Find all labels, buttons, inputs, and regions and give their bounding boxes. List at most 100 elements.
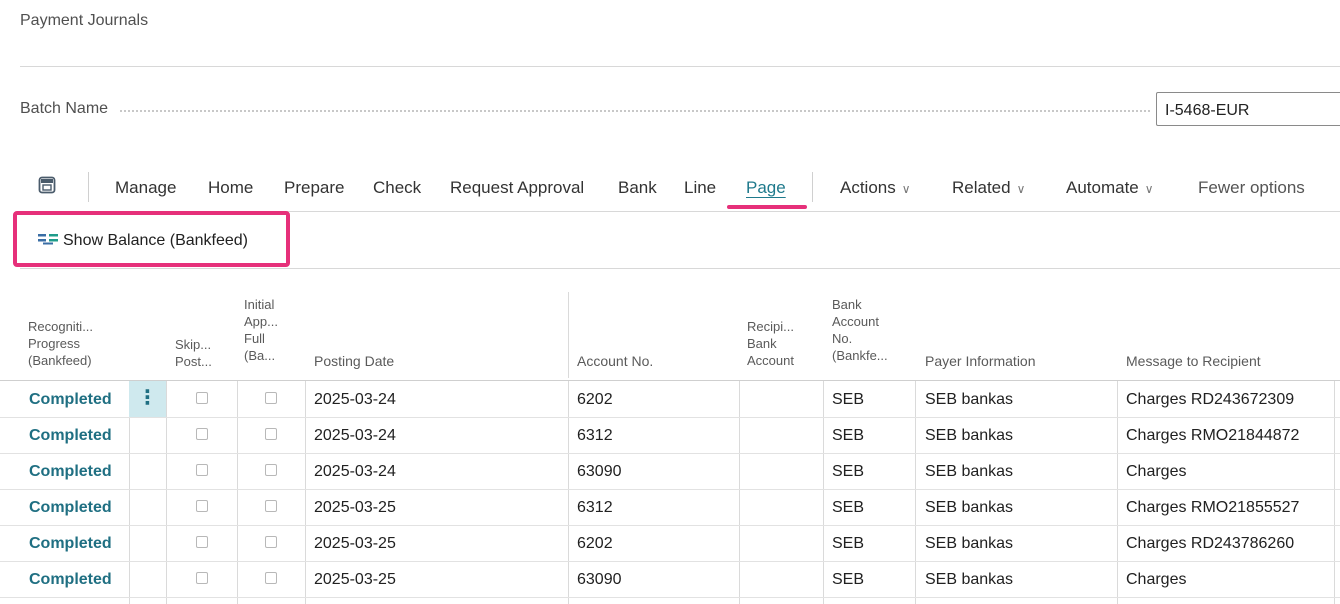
message-cell[interactable]: Charges [1126, 463, 1186, 481]
initial-approval-checkbox[interactable] [265, 536, 277, 548]
balance-icon [38, 234, 58, 245]
status-link[interactable]: Completed [29, 463, 112, 481]
automate-menu[interactable]: Automate ∨ [1066, 178, 1154, 198]
chevron-down-icon: ∨ [901, 182, 911, 196]
col-header-initial-approval[interactable]: Initial App... Full (Ba... [244, 296, 278, 364]
status-link[interactable]: Completed [29, 391, 112, 409]
posting-date-cell[interactable]: 2025-03-24 [314, 463, 396, 481]
initial-approval-checkbox[interactable] [265, 464, 277, 476]
col-header-line: Account [747, 353, 794, 368]
skip-posting-checkbox[interactable] [196, 428, 208, 440]
payer-info-cell[interactable]: SEB bankas [925, 391, 1013, 409]
tab-line[interactable]: Line [684, 178, 716, 198]
tab-prepare[interactable]: Prepare [284, 178, 344, 198]
column-separator [1117, 381, 1118, 604]
skip-posting-checkbox[interactable] [196, 464, 208, 476]
account-no-cell[interactable]: 63090 [577, 571, 622, 589]
bank-account-cell[interactable]: SEB [832, 427, 864, 445]
initial-approval-checkbox[interactable] [265, 500, 277, 512]
status-link[interactable]: Completed [29, 427, 112, 445]
payer-info-cell[interactable]: SEB bankas [925, 427, 1013, 445]
col-header-line: Bank [747, 336, 777, 351]
col-header-skip-posting[interactable]: Skip... Post... [175, 336, 212, 370]
initial-approval-checkbox[interactable] [265, 428, 277, 440]
posting-date-cell[interactable]: 2025-03-25 [314, 571, 396, 589]
related-menu[interactable]: Related ∨ [952, 178, 1025, 198]
payer-info-cell[interactable]: SEB bankas [925, 571, 1013, 589]
batch-name-field[interactable]: I-5468-EUR [1156, 92, 1340, 126]
bank-account-cell[interactable]: SEB [832, 391, 864, 409]
column-separator [166, 381, 167, 604]
initial-approval-checkbox[interactable] [265, 572, 277, 584]
posting-date-cell[interactable]: 2025-03-24 [314, 391, 396, 409]
message-cell[interactable]: Charges RD243672309 [1126, 391, 1294, 409]
account-no-cell[interactable]: 6202 [577, 391, 613, 409]
col-header-account-no[interactable]: Account No. [577, 353, 653, 370]
message-cell[interactable]: Charges RD243786260 [1126, 535, 1294, 553]
account-no-cell[interactable]: 63090 [577, 463, 622, 481]
col-header-message[interactable]: Message to Recipient [1126, 353, 1261, 370]
status-link[interactable]: Completed [29, 535, 112, 553]
actions-menu[interactable]: Actions ∨ [840, 178, 911, 198]
col-header-payer-information[interactable]: Payer Information [925, 353, 1036, 370]
fewer-options-button[interactable]: Fewer options [1198, 178, 1305, 198]
batch-name-leader [120, 110, 1150, 112]
related-menu-label: Related [952, 178, 1011, 197]
col-header-line: Bank [832, 297, 862, 312]
page-tab-highlight [727, 205, 807, 209]
message-cell[interactable]: Charges [1126, 571, 1186, 589]
col-header-line: (Bankfe... [832, 348, 888, 363]
col-header-line: Initial [244, 297, 275, 312]
initial-approval-checkbox[interactable] [265, 392, 277, 404]
message-cell[interactable]: Charges RMO21844872 [1126, 427, 1299, 445]
row-divider [0, 561, 1340, 562]
col-header-recipient-bank[interactable]: Recipi... Bank Account [747, 318, 794, 369]
page-title: Payment Journals [20, 12, 149, 29]
column-separator [1334, 381, 1335, 604]
col-header-posting-date[interactable]: Posting Date [314, 353, 394, 370]
bank-account-cell[interactable]: SEB [832, 535, 864, 553]
skip-posting-checkbox[interactable] [196, 572, 208, 584]
account-no-cell[interactable]: 6312 [577, 427, 613, 445]
payer-info-cell[interactable]: SEB bankas [925, 535, 1013, 553]
payer-info-cell[interactable]: SEB bankas [925, 499, 1013, 517]
tab-page[interactable]: Page [746, 178, 786, 198]
message-cell[interactable]: Charges RMO21855527 [1126, 499, 1299, 517]
account-no-cell[interactable]: 6202 [577, 535, 613, 553]
col-header-line: Post... [175, 354, 212, 369]
show-balance-label: Show Balance (Bankfeed) [63, 232, 248, 249]
tab-request-approval[interactable]: Request Approval [450, 178, 584, 198]
bank-account-cell[interactable]: SEB [832, 499, 864, 517]
tab-manage[interactable]: Manage [115, 178, 176, 198]
header-divider [20, 66, 1340, 67]
column-separator [568, 381, 569, 604]
actions-divider [20, 268, 1340, 269]
posting-date-cell[interactable]: 2025-03-24 [314, 427, 396, 445]
posting-date-cell[interactable]: 2025-03-25 [314, 499, 396, 517]
bank-account-cell[interactable]: SEB [832, 463, 864, 481]
automate-menu-label: Automate [1066, 178, 1139, 197]
tab-bank[interactable]: Bank [618, 178, 657, 198]
tab-home[interactable]: Home [208, 178, 253, 198]
row-divider [0, 453, 1340, 454]
row-divider [0, 525, 1340, 526]
col-header-recognition[interactable]: Recogniti... Progress (Bankfeed) [28, 318, 93, 369]
skip-posting-checkbox[interactable] [196, 392, 208, 404]
row-menu-button[interactable]: ⋮ [129, 381, 166, 417]
payer-info-cell[interactable]: SEB bankas [925, 463, 1013, 481]
tab-check[interactable]: Check [373, 178, 421, 198]
skip-posting-checkbox[interactable] [196, 536, 208, 548]
status-link[interactable]: Completed [29, 571, 112, 589]
row-divider [0, 489, 1340, 490]
column-separator [568, 292, 569, 378]
posting-date-cell[interactable]: 2025-03-25 [314, 535, 396, 553]
col-header-bank-account[interactable]: Bank Account No. (Bankfe... [832, 296, 888, 364]
status-link[interactable]: Completed [29, 499, 112, 517]
skip-posting-checkbox[interactable] [196, 500, 208, 512]
col-header-line: App... [244, 314, 278, 329]
account-no-cell[interactable]: 6312 [577, 499, 613, 517]
more-vertical-icon: ⋮ [137, 387, 158, 409]
row-divider [0, 417, 1340, 418]
bank-account-cell[interactable]: SEB [832, 571, 864, 589]
split-view-icon[interactable] [38, 176, 56, 194]
